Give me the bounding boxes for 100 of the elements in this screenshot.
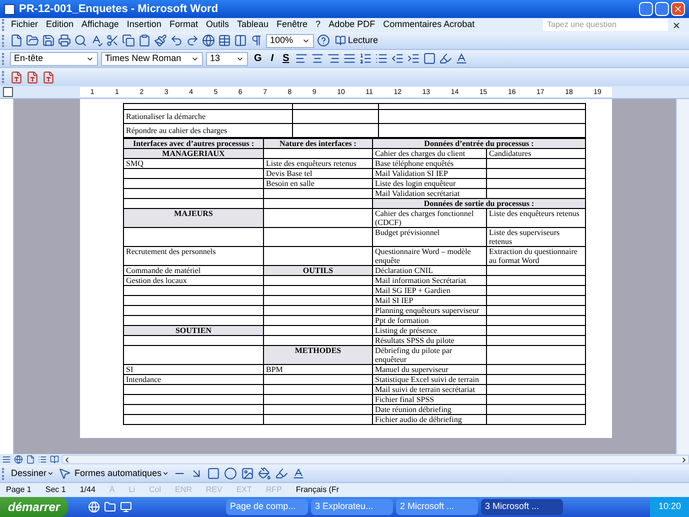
menu-item[interactable]: Edition (42, 18, 78, 32)
pdf-icon[interactable] (26, 70, 39, 84)
help-icon[interactable] (317, 34, 330, 47)
style-dropdown[interactable]: En-tête (10, 52, 98, 66)
status-item: Col (148, 484, 161, 496)
page-view-icon[interactable] (26, 455, 35, 464)
align-center-icon[interactable] (311, 52, 324, 65)
table-cell: SOUTIEN (124, 326, 264, 336)
printer-icon[interactable] (58, 34, 71, 47)
rectangle-icon[interactable] (206, 467, 220, 480)
menu-item[interactable]: Format (165, 18, 202, 32)
fill-color-icon[interactable] (258, 467, 271, 480)
tab-selector[interactable] (3, 87, 13, 97)
border-icon[interactable] (423, 52, 436, 65)
zoom-dropdown[interactable]: 100% (266, 34, 314, 48)
pointer-icon[interactable] (58, 467, 71, 480)
caret-icon[interactable] (162, 470, 169, 477)
pdf-icon[interactable] (42, 70, 55, 84)
menu-item[interactable]: Tableau (232, 18, 273, 32)
font-size-dropdown[interactable]: 13 (206, 52, 248, 66)
table-cell: SMQ (124, 158, 264, 168)
scissors-icon[interactable] (106, 34, 119, 47)
draw-menu-button[interactable]: Dessiner (11, 466, 54, 480)
menu-item[interactable]: Insertion (122, 18, 166, 32)
horizontal-scrollbar[interactable] (62, 455, 689, 464)
spellcheck-icon[interactable] (90, 34, 103, 47)
reading-button[interactable]: Lecture (333, 34, 380, 48)
status-item: Sec 1 (45, 484, 66, 496)
table-cell: Besoin en salle (264, 178, 372, 188)
quick-launch-icon[interactable] (104, 501, 116, 513)
outline-view-icon[interactable] (38, 455, 47, 464)
picture-icon[interactable] (240, 467, 254, 480)
increase-indent-icon[interactable] (407, 52, 420, 65)
table-cell: Commande de matériel (124, 266, 264, 276)
table-cell: Cahier des charges du client (372, 148, 486, 158)
table-cell: Questionnaire Word – modèle enquête (372, 246, 486, 266)
normal-view-icon[interactable] (2, 455, 11, 464)
clipboard-icon[interactable] (138, 34, 151, 47)
status-item: À (109, 484, 115, 496)
italic-button[interactable]: I (268, 51, 277, 66)
close-icon[interactable] (672, 20, 681, 30)
start-button[interactable]: démarrer (0, 497, 68, 517)
menu-item[interactable]: Outils (202, 18, 233, 32)
highlighter-icon[interactable] (439, 52, 452, 65)
underline-button[interactable]: S (280, 51, 292, 66)
search-icon[interactable] (74, 34, 87, 47)
table-icon[interactable] (218, 34, 231, 47)
help-search-field[interactable]: Tapez une question (543, 19, 668, 31)
globe-icon[interactable] (202, 34, 215, 47)
caret-icon[interactable] (46, 470, 54, 477)
undo-icon[interactable] (170, 34, 183, 47)
decrease-indent-icon[interactable] (391, 52, 404, 65)
menu-item[interactable]: Adobe PDF (324, 18, 380, 32)
save-icon[interactable] (42, 34, 55, 47)
bold-button[interactable]: G (251, 51, 265, 66)
font-color-icon[interactable] (455, 52, 468, 65)
table-cell: Débriefing du pilote par enquêteur (372, 346, 486, 364)
copy-icon[interactable] (122, 34, 135, 47)
pdf-icon[interactable] (10, 70, 23, 84)
font-color-icon[interactable] (292, 467, 305, 480)
align-left-icon[interactable] (295, 52, 308, 65)
columns-icon[interactable] (234, 34, 247, 47)
new-document-icon[interactable] (10, 34, 23, 47)
table-cell: Mail SG IEP + Gardien (372, 286, 486, 296)
paintbrush-icon[interactable] (154, 34, 167, 47)
status-item: ENR (175, 484, 192, 496)
align-justify-icon[interactable] (343, 52, 356, 65)
table-cell: METHODES (264, 346, 372, 364)
menu-item[interactable]: Fenêtre (272, 18, 312, 32)
table-cell: Listing de présence (372, 326, 486, 336)
numbered-list-icon[interactable] (359, 52, 372, 65)
restore-button[interactable] (655, 2, 669, 16)
table-cell: Candidatures (486, 148, 586, 158)
font-dropdown[interactable]: Times New Roman (101, 52, 203, 66)
menu-item[interactable]: ? (312, 18, 325, 32)
table-cell: BPM (264, 364, 372, 374)
book-icon[interactable] (335, 35, 346, 46)
web-view-icon[interactable] (14, 455, 23, 464)
status-item: Page 1 (6, 484, 32, 496)
table-cell: Déclaration CNIL (372, 266, 486, 276)
quick-launch-icon[interactable] (120, 501, 132, 513)
scroll-left-icon[interactable] (63, 456, 71, 464)
table-cell: Extraction du questionnaire au format Word (486, 246, 586, 266)
vertical-scrollbar[interactable] (676, 99, 689, 454)
reading-view-icon[interactable] (50, 455, 59, 464)
quick-launch-icon[interactable] (88, 501, 100, 513)
menu-item[interactable]: Affichage (78, 18, 123, 32)
redo-icon[interactable] (186, 34, 199, 47)
align-right-icon[interactable] (327, 52, 340, 65)
taskbar-button[interactable]: 3 Microsoft ... (481, 499, 564, 515)
ellipse-icon[interactable] (224, 467, 237, 480)
autoshapes-menu-button[interactable]: Formes automatiques (74, 466, 169, 480)
minimize-button[interactable] (639, 2, 653, 16)
pilcrow-icon[interactable] (250, 34, 263, 47)
line-color-icon[interactable] (274, 467, 288, 480)
menu-item[interactable]: Commentaires Acrobat (379, 18, 479, 32)
table-cell: Liste des superviseurs retenus (486, 228, 586, 246)
scroll-right-icon[interactable] (680, 456, 688, 464)
folder-icon[interactable] (26, 34, 39, 47)
menu-item[interactable]: Fichier (7, 18, 42, 32)
